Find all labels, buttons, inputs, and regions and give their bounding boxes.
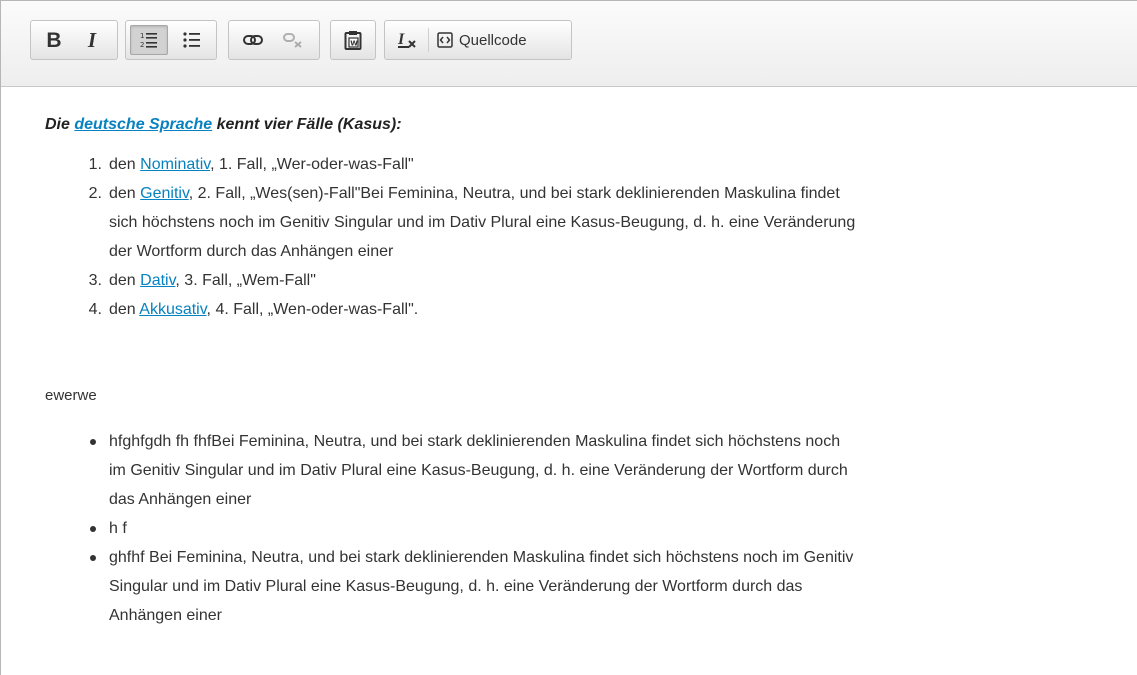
bulleted-list-item: ghfhf Bei Feminina, Neutra, und bei star… [90,543,1054,630]
paragraph: ewerwe [45,387,97,404]
heading-prefix: Die [45,116,75,133]
item-link[interactable]: Genitiv [140,185,189,202]
item-text: , 2. Fall, „Wes(sen)-Fall"Bei Feminina, … [188,185,840,202]
link-group [228,20,320,60]
svg-text:W: W [350,40,358,48]
tools-group: I Quellcode [384,20,572,60]
remove-format-button[interactable]: I [388,25,426,55]
item-text: h f [109,520,127,537]
content-heading: Die deutsche Sprache kennt vier Fälle (K… [45,114,402,136]
paste-from-word-icon: W [344,31,362,50]
clipboard-group: W [330,20,376,60]
basic-styles-group: B I [30,20,118,60]
item-text: im Genitiv Singular und im Dativ Plural … [109,462,848,479]
item-text: den [109,272,141,289]
bullet-icon [90,555,96,561]
unlink-button[interactable] [273,25,313,55]
editor-content[interactable]: Die deutsche Sprache kennt vier Fälle (K… [1,87,1137,675]
ordered-list-item: 2. den Genitiv, 2. Fall, „Wes(sen)-Fall"B… [89,179,1054,266]
item-text: hfghfgdh fh fhfBei Feminina, Neutra, und… [109,433,841,450]
list-group: 1 2 [125,20,217,60]
item-text: der Wortform durch das Anhängen einer [109,243,394,260]
italic-button[interactable]: I [73,25,111,55]
item-text: den [109,156,141,173]
item-text: Singular und im Dativ Plural eine Kasus-… [109,578,803,595]
item-link[interactable]: Nominativ [140,156,210,173]
item-text: , 3. Fall, „Wem-Fall" [175,272,316,289]
ordered-list-item: 4. den Akkusativ, 4. Fall, „Wen-oder-was-… [89,295,1054,324]
source-code-icon [437,32,453,48]
numbered-list-icon: 1 2 [140,32,157,49]
heading-suffix: kennt vier Fälle (Kasus): [212,116,402,133]
bullet-icon [90,439,96,445]
list-number: 2. [88,185,102,202]
item-text: ghfhf Bei Feminina, Neutra, und bei star… [109,549,854,566]
item-text: den [109,301,140,318]
list-number: 1. [88,156,102,173]
link-button[interactable] [233,25,273,55]
list-number: 4. [88,301,102,318]
toolbar-separator [428,28,429,52]
item-text: das Anhängen einer [109,491,252,508]
remove-format-icon: I [397,31,416,48]
link-icon [243,35,263,45]
svg-text:I: I [397,31,405,48]
item-link[interactable]: Dativ [140,272,175,289]
ordered-list-item: 3. den Dativ, 3. Fall, „Wem-Fall" [89,266,1054,295]
bulleted-list-item: hfghfgdh fh fhfBei Feminina, Neutra, und… [90,427,1054,514]
editor-toolbar: B I 1 2 W I Quellcode [1,1,1137,87]
numbered-list-button[interactable]: 1 2 [130,25,168,55]
item-text: Anhängen einer [109,607,222,624]
item-text: , 4. Fall, „Wen-oder-was-Fall". [206,301,419,318]
unlink-icon [283,33,302,48]
source-button-label: Quellcode [459,31,527,49]
source-button[interactable]: Quellcode [431,25,533,55]
rich-text-editor: B I 1 2 W I Quellcode Die deutsche Sprac… [0,0,1137,675]
list-number: 3. [88,272,102,289]
italic-icon: I [87,27,97,52]
svg-text:2: 2 [140,41,144,49]
item-link[interactable]: Akkusativ [139,301,206,318]
item-text: den [109,185,141,202]
bold-icon: B [46,28,62,52]
paste-from-word-button[interactable]: W [334,25,372,55]
bulleted-list-icon [183,32,200,48]
heading-link[interactable]: deutsche Sprache [74,116,212,133]
item-text: , 1. Fall, „Wer-oder-was-Fall" [210,156,414,173]
item-text: sich höchstens noch im Genitiv Singular … [109,214,856,231]
svg-text:1: 1 [140,32,144,40]
ordered-list-item: 1. den Nominativ, 1. Fall, „Wer-oder-was-… [89,150,1054,179]
bold-button[interactable]: B [35,25,73,55]
bullet-icon [90,526,96,532]
bulleted-list-button[interactable] [172,25,212,55]
bulleted-list-item: h f [90,514,1054,543]
